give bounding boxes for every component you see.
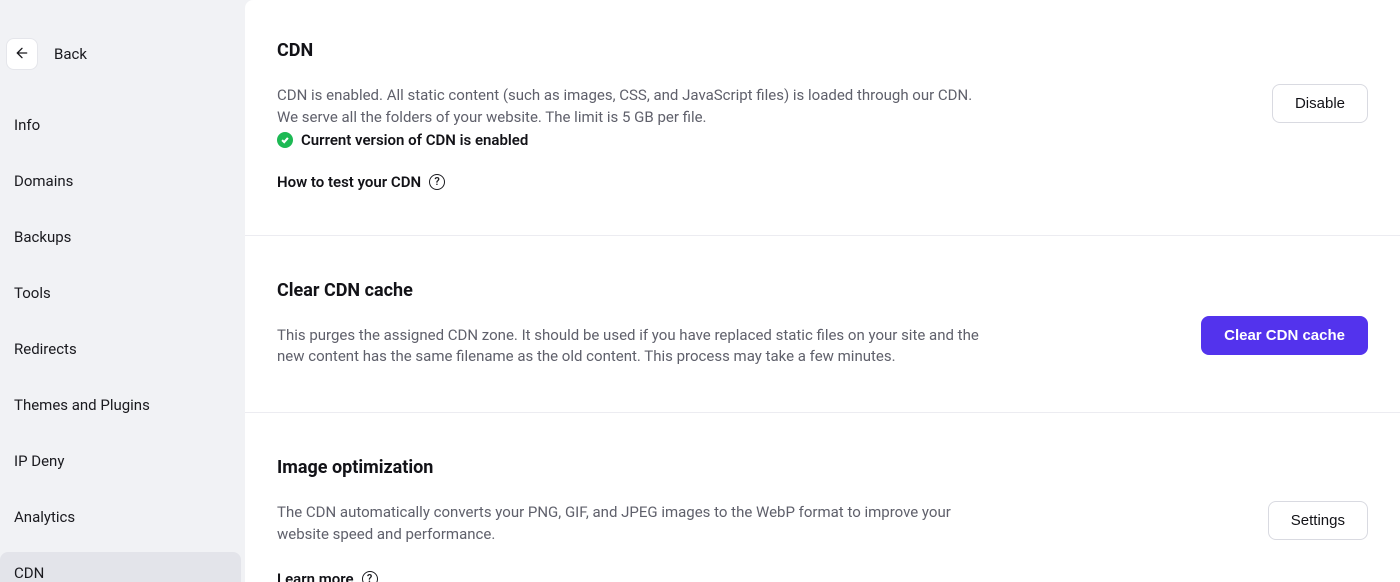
check-circle-icon <box>277 132 293 148</box>
section-cdn: CDN CDN is enabled. All static content (… <box>245 40 1400 236</box>
cdn-title: CDN <box>277 40 972 61</box>
image-opt-title: Image optimization <box>277 457 997 478</box>
clear-cache-desc: This purges the assigned CDN zone. It sh… <box>277 325 997 369</box>
sidebar-item-info[interactable]: Info <box>0 104 241 146</box>
back-label: Back <box>54 45 87 63</box>
sidebar-item-analytics[interactable]: Analytics <box>0 496 241 538</box>
image-opt-learn-more-text: Learn more <box>277 570 354 582</box>
sidebar-item-themes-and-plugins[interactable]: Themes and Plugins <box>0 384 241 426</box>
sidebar-item-domains[interactable]: Domains <box>0 160 241 202</box>
main-content: CDN CDN is enabled. All static content (… <box>245 0 1400 582</box>
sidebar-nav: Info Domains Backups Tools Redirects The… <box>0 98 245 582</box>
help-icon: ? <box>362 571 378 582</box>
image-opt-learn-more-link[interactable]: Learn more ? <box>277 570 997 582</box>
section-clear-cache: Clear CDN cache This purges the assigned… <box>245 236 1400 414</box>
sidebar-item-tools[interactable]: Tools <box>0 272 241 314</box>
back-button[interactable] <box>6 38 38 70</box>
sidebar-item-cdn[interactable]: CDN <box>0 552 241 582</box>
section-image-optimization: Image optimization The CDN automatically… <box>245 413 1400 582</box>
disable-cdn-button[interactable]: Disable <box>1272 84 1368 123</box>
arrow-left-icon <box>14 45 30 64</box>
cdn-test-link[interactable]: How to test your CDN ? <box>277 173 972 191</box>
cdn-test-link-text: How to test your CDN <box>277 173 421 191</box>
cdn-desc-line2: We serve all the folders of your website… <box>277 107 972 129</box>
cdn-status-row: Current version of CDN is enabled <box>277 131 972 149</box>
sidebar-item-backups[interactable]: Backups <box>0 216 241 258</box>
clear-cache-title: Clear CDN cache <box>277 280 997 301</box>
app-root: Back Info Domains Backups Tools Redirect… <box>0 0 1400 582</box>
cdn-desc-line1: CDN is enabled. All static content (such… <box>277 85 972 107</box>
image-opt-settings-button[interactable]: Settings <box>1268 501 1368 540</box>
sidebar: Back Info Domains Backups Tools Redirect… <box>0 0 245 582</box>
image-opt-desc: The CDN automatically converts your PNG,… <box>277 502 997 546</box>
back-row: Back <box>0 38 245 98</box>
sidebar-item-redirects[interactable]: Redirects <box>0 328 241 370</box>
sidebar-item-ip-deny[interactable]: IP Deny <box>0 440 241 482</box>
clear-cdn-cache-button[interactable]: Clear CDN cache <box>1201 316 1368 355</box>
help-icon: ? <box>429 174 445 190</box>
cdn-status-text: Current version of CDN is enabled <box>301 131 528 149</box>
